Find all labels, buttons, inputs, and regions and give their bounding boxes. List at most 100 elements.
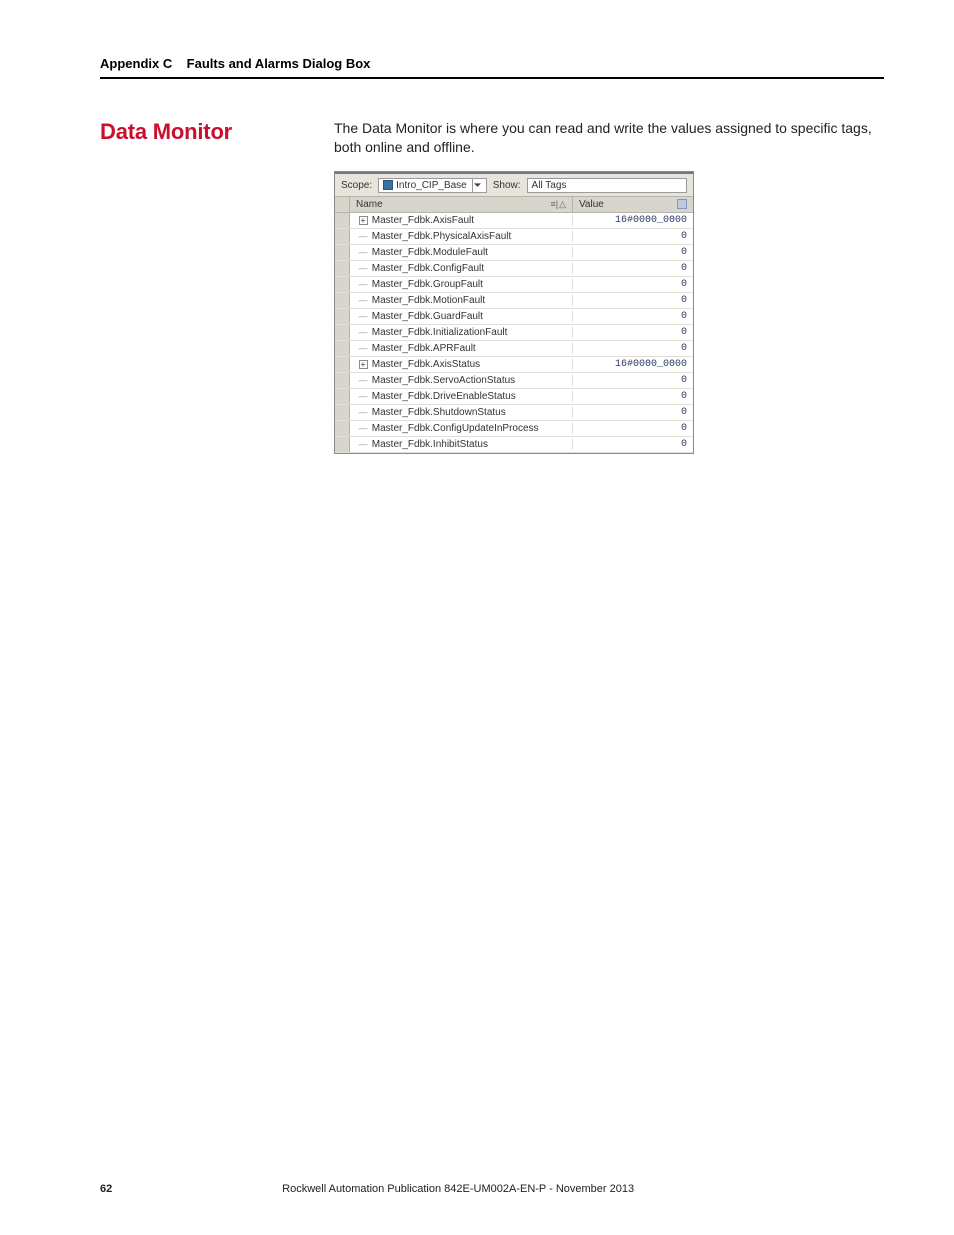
tag-name-cell[interactable]: — Master_Fdbk.PhysicalAxisFault xyxy=(350,231,573,242)
row-gutter xyxy=(335,405,350,420)
tag-value-cell[interactable]: 0 xyxy=(573,311,693,322)
tag-name-cell[interactable]: — Master_Fdbk.APRFault xyxy=(350,343,573,354)
tag-name: Master_Fdbk.GroupFault xyxy=(369,279,483,290)
scope-dropdown[interactable]: Intro_CIP_Base xyxy=(378,178,487,193)
plus-icon: + xyxy=(359,216,368,225)
tag-name: Master_Fdbk.PhysicalAxisFault xyxy=(369,231,511,242)
tag-name-cell[interactable]: — Master_Fdbk.InitializationFault xyxy=(350,327,573,338)
page-footer: 62 Rockwell Automation Publication 842E-… xyxy=(100,1183,884,1195)
tag-name: Master_Fdbk.ServoActionStatus xyxy=(369,375,515,386)
tag-name-cell[interactable]: — Master_Fdbk.ConfigUpdateInProcess xyxy=(350,423,573,434)
tree-line-icon: — xyxy=(357,263,369,273)
tag-value-cell[interactable]: 0 xyxy=(573,391,693,402)
table-row[interactable]: + Master_Fdbk.AxisStatus16#0000_0000 xyxy=(335,357,693,373)
tag-value-cell[interactable]: 0 xyxy=(573,263,693,274)
tag-value-cell[interactable]: 0 xyxy=(573,375,693,386)
plus-icon: + xyxy=(359,360,368,369)
tag-name: Master_Fdbk.AxisStatus xyxy=(369,359,480,370)
tag-value-cell[interactable]: 0 xyxy=(573,295,693,306)
tree-line-icon: — xyxy=(357,423,369,433)
tag-value-cell[interactable]: 0 xyxy=(573,279,693,290)
row-gutter xyxy=(335,245,350,260)
header-rule xyxy=(100,77,884,79)
table-row[interactable]: — Master_Fdbk.APRFault0 xyxy=(335,341,693,357)
tag-value-cell[interactable]: 0 xyxy=(573,439,693,450)
tag-name-cell[interactable]: — Master_Fdbk.ShutdownStatus xyxy=(350,407,573,418)
expand-toggle[interactable]: + xyxy=(357,216,369,225)
row-gutter-header xyxy=(335,197,350,212)
appendix-header: Appendix C Faults and Alarms Dialog Box xyxy=(100,56,884,71)
tag-name-cell[interactable]: — Master_Fdbk.ModuleFault xyxy=(350,247,573,258)
tag-name: Master_Fdbk.ConfigFault xyxy=(369,263,484,274)
tag-name-cell[interactable]: — Master_Fdbk.ServoActionStatus xyxy=(350,375,573,386)
tree-line-icon: — xyxy=(357,327,369,337)
tag-name-cell[interactable]: + Master_Fdbk.AxisStatus xyxy=(350,359,573,370)
tag-value-cell[interactable]: 0 xyxy=(573,231,693,242)
tag-name: Master_Fdbk.InitializationFault xyxy=(369,327,507,338)
tag-name: Master_Fdbk.ConfigUpdateInProcess xyxy=(369,423,539,434)
table-row[interactable]: — Master_Fdbk.ConfigUpdateInProcess0 xyxy=(335,421,693,437)
scope-label: Scope: xyxy=(341,180,372,191)
data-monitor-grid: Scope: Intro_CIP_Base Show: All Tags xyxy=(334,171,694,454)
tag-name-cell[interactable]: — Master_Fdbk.DriveEnableStatus xyxy=(350,391,573,402)
tree-line-icon: — xyxy=(357,439,369,449)
tag-name-cell[interactable]: — Master_Fdbk.ConfigFault xyxy=(350,263,573,274)
tag-name: Master_Fdbk.ShutdownStatus xyxy=(369,407,506,418)
tag-value-cell[interactable]: 0 xyxy=(573,343,693,354)
tag-name: Master_Fdbk.ModuleFault xyxy=(369,247,488,258)
row-gutter xyxy=(335,341,350,356)
tag-name: Master_Fdbk.GuardFault xyxy=(369,311,483,322)
show-filter-field[interactable]: All Tags xyxy=(527,178,687,193)
tag-name-cell[interactable]: — Master_Fdbk.InhibitStatus xyxy=(350,439,573,450)
table-row[interactable]: — Master_Fdbk.MotionFault0 xyxy=(335,293,693,309)
tag-value-cell[interactable]: 0 xyxy=(573,407,693,418)
tree-line-icon: — xyxy=(357,295,369,305)
name-header-text: Name xyxy=(356,199,383,210)
table-row[interactable]: + Master_Fdbk.AxisFault16#0000_0000 xyxy=(335,213,693,229)
table-row[interactable]: — Master_Fdbk.ConfigFault0 xyxy=(335,261,693,277)
row-gutter xyxy=(335,293,350,308)
show-value: All Tags xyxy=(532,180,567,191)
tag-name-cell[interactable]: — Master_Fdbk.MotionFault xyxy=(350,295,573,306)
table-row[interactable]: — Master_Fdbk.ShutdownStatus0 xyxy=(335,405,693,421)
row-gutter xyxy=(335,357,350,372)
tag-name-cell[interactable]: — Master_Fdbk.GroupFault xyxy=(350,279,573,290)
name-column-header[interactable]: Name ≡|△ xyxy=(350,197,573,212)
chevron-down-icon xyxy=(472,179,482,192)
tag-value-cell[interactable]: 16#0000_0000 xyxy=(573,359,693,370)
grid-header-row: Name ≡|△ Value xyxy=(335,196,693,213)
row-gutter xyxy=(335,261,350,276)
table-row[interactable]: — Master_Fdbk.ModuleFault0 xyxy=(335,245,693,261)
publication-info: Rockwell Automation Publication 842E-UM0… xyxy=(282,1183,634,1195)
tag-value-cell[interactable]: 0 xyxy=(573,327,693,338)
tag-value-cell[interactable]: 16#0000_0000 xyxy=(573,215,693,226)
expand-toggle[interactable]: + xyxy=(357,360,369,369)
tag-name: Master_Fdbk.InhibitStatus xyxy=(369,439,488,450)
table-row[interactable]: — Master_Fdbk.PhysicalAxisFault0 xyxy=(335,229,693,245)
tag-name-cell[interactable]: + Master_Fdbk.AxisFault xyxy=(350,215,573,226)
tag-name: Master_Fdbk.AxisFault xyxy=(369,215,474,226)
section-title: Data Monitor xyxy=(100,119,310,145)
tree-line-icon: — xyxy=(357,375,369,385)
tag-name: Master_Fdbk.DriveEnableStatus xyxy=(369,391,516,402)
tag-name-cell[interactable]: — Master_Fdbk.GuardFault xyxy=(350,311,573,322)
tag-name: Master_Fdbk.APRFault xyxy=(369,343,476,354)
scope-value: Intro_CIP_Base xyxy=(396,180,467,191)
row-gutter xyxy=(335,309,350,324)
table-row[interactable]: — Master_Fdbk.ServoActionStatus0 xyxy=(335,373,693,389)
value-column-header[interactable]: Value xyxy=(573,197,693,212)
row-gutter xyxy=(335,229,350,244)
table-row[interactable]: — Master_Fdbk.InitializationFault0 xyxy=(335,325,693,341)
table-row[interactable]: — Master_Fdbk.GroupFault0 xyxy=(335,277,693,293)
table-row[interactable]: — Master_Fdbk.InhibitStatus0 xyxy=(335,437,693,453)
table-row[interactable]: — Master_Fdbk.DriveEnableStatus0 xyxy=(335,389,693,405)
row-gutter xyxy=(335,421,350,436)
tree-line-icon: — xyxy=(357,343,369,353)
monitor-toolbar: Scope: Intro_CIP_Base Show: All Tags xyxy=(335,174,693,196)
value-header-button-icon xyxy=(677,199,687,209)
row-gutter xyxy=(335,213,350,228)
tag-value-cell[interactable]: 0 xyxy=(573,247,693,258)
table-row[interactable]: — Master_Fdbk.GuardFault0 xyxy=(335,309,693,325)
tag-value-cell[interactable]: 0 xyxy=(573,423,693,434)
tree-line-icon: — xyxy=(357,311,369,321)
